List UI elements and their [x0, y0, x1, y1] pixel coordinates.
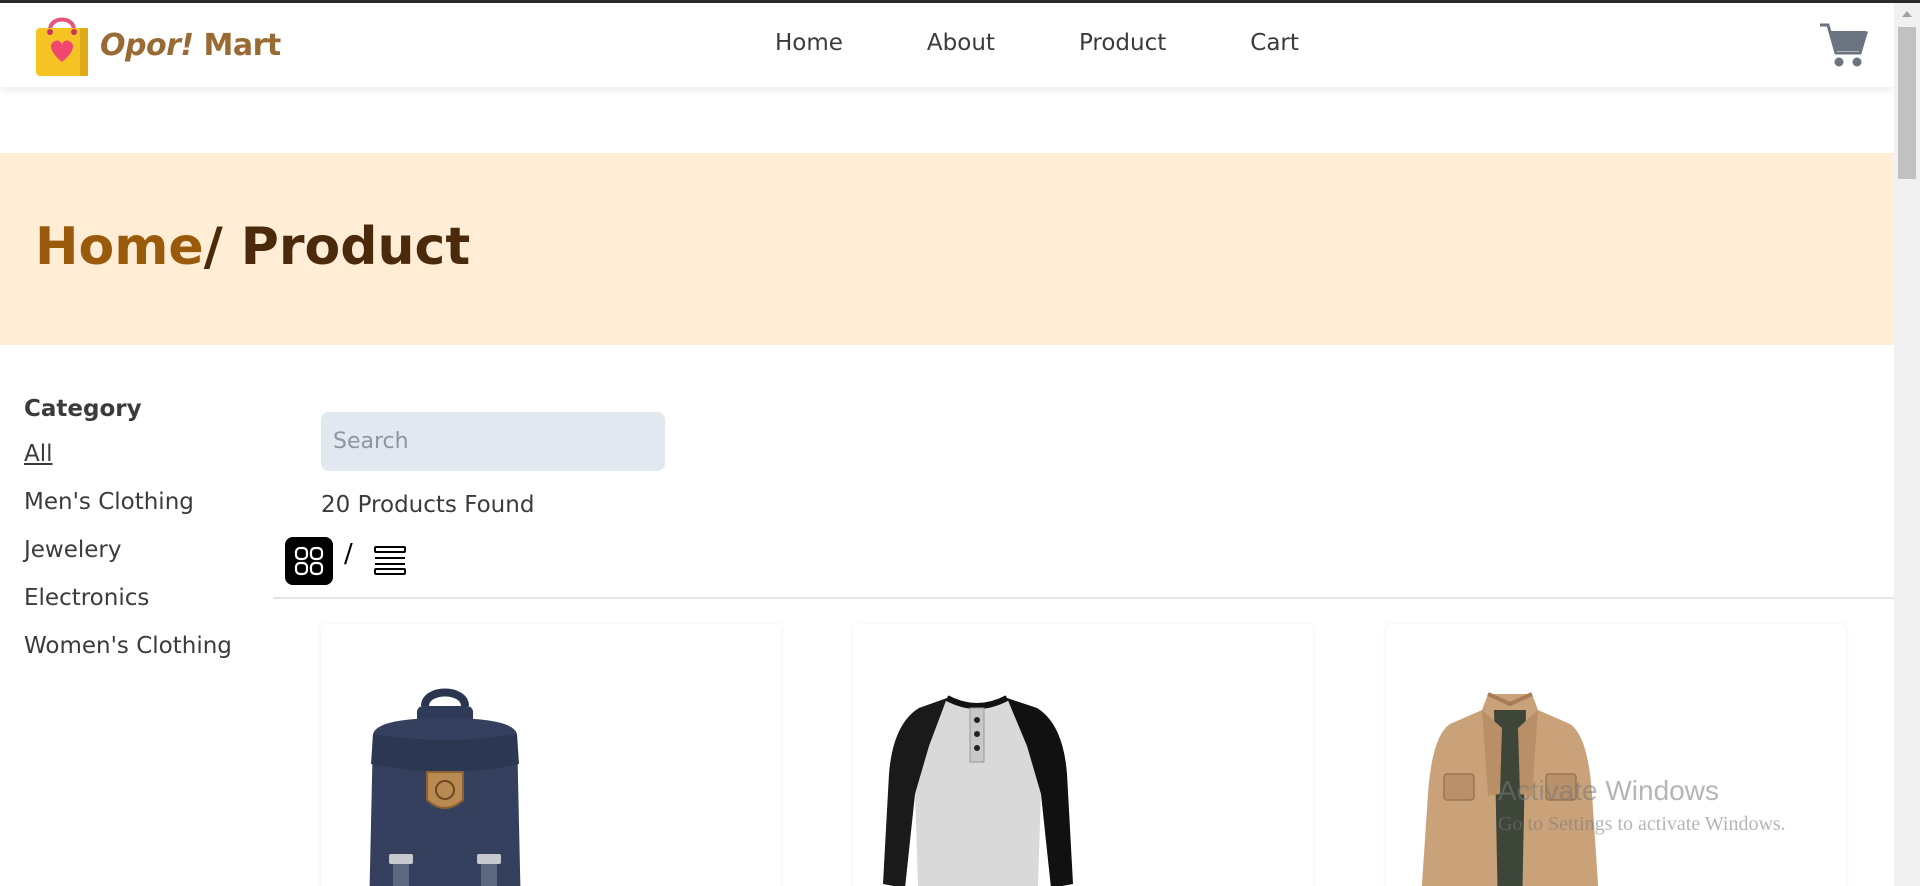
page-scrollbar[interactable]: [1894, 3, 1920, 886]
toolbar-divider: [273, 597, 1894, 599]
products-found-count: 20 Products Found: [321, 492, 535, 518]
cart-icon[interactable]: [1818, 21, 1868, 69]
category-sidebar: Category All Men's Clothing Jewelery Ele…: [24, 396, 254, 670]
product-card[interactable]: [321, 624, 781, 886]
raglan-henley-shirt-image: [883, 695, 1073, 886]
navy-backpack-image: [369, 688, 521, 886]
product-card[interactable]: [853, 624, 1313, 886]
grid-view-icon[interactable]: [285, 537, 333, 585]
scroll-thumb[interactable]: [1898, 27, 1916, 179]
scroll-up-arrow-icon[interactable]: [1902, 11, 1912, 17]
nav-product[interactable]: Product: [1079, 30, 1166, 56]
nav-about[interactable]: About: [927, 30, 995, 56]
view-separator: /: [344, 539, 353, 569]
breadcrumb-home-link[interactable]: Home: [35, 217, 204, 277]
search-input[interactable]: [321, 412, 665, 471]
shopping-bag-heart-icon: [36, 17, 88, 76]
category-jewelery[interactable]: Jewelery: [24, 526, 254, 574]
navbar: Opor! Mart Home About Product Cart: [0, 3, 1894, 87]
category-title: Category: [24, 396, 142, 422]
list-view-icon[interactable]: [372, 544, 408, 578]
breadcrumb: Home/ Product: [35, 217, 470, 277]
brand-name: Opor! Mart: [100, 27, 281, 63]
category-mens-clothing[interactable]: Men's Clothing: [24, 478, 254, 526]
product-card[interactable]: [1386, 624, 1846, 886]
nav-cart[interactable]: Cart: [1250, 30, 1299, 56]
breadcrumb-current: / Product: [203, 217, 471, 277]
page-hero: Home/ Product: [0, 153, 1894, 345]
category-womens-clothing[interactable]: Women's Clothing: [24, 622, 254, 670]
nav-home[interactable]: Home: [775, 30, 843, 56]
main-nav: Home About Product Cart: [775, 30, 1383, 56]
category-electronics[interactable]: Electronics: [24, 574, 254, 622]
beige-jacket-image: [1421, 692, 1599, 886]
brand-logo[interactable]: Opor! Mart: [32, 12, 281, 78]
category-all[interactable]: All: [24, 430, 254, 478]
